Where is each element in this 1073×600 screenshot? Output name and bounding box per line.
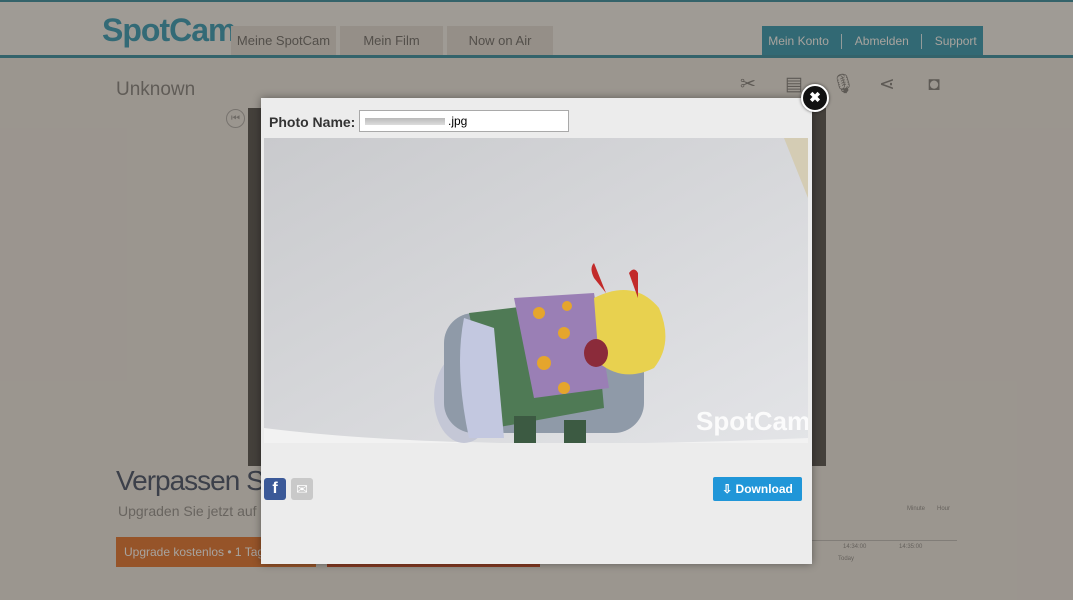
photo-name-label: Photo Name: — [269, 114, 356, 130]
photo-modal: Photo Name: .jpg SpotCam f ✉ ⇩ Download — [261, 98, 812, 564]
cow-figurine-image: SpotCam — [264, 138, 808, 443]
watermark-text: SpotCam — [696, 406, 808, 436]
redacted-filename — [365, 118, 445, 125]
snapshot-photo: SpotCam — [264, 138, 808, 443]
download-label: Download — [735, 482, 793, 496]
photo-name-value: .jpg — [448, 114, 468, 128]
download-icon: ⇩ — [722, 482, 736, 496]
facebook-share-icon[interactable]: f — [264, 478, 286, 500]
close-icon[interactable]: ✖ — [801, 84, 829, 112]
email-share-icon[interactable]: ✉ — [291, 478, 313, 500]
download-button[interactable]: ⇩ Download — [713, 477, 802, 501]
